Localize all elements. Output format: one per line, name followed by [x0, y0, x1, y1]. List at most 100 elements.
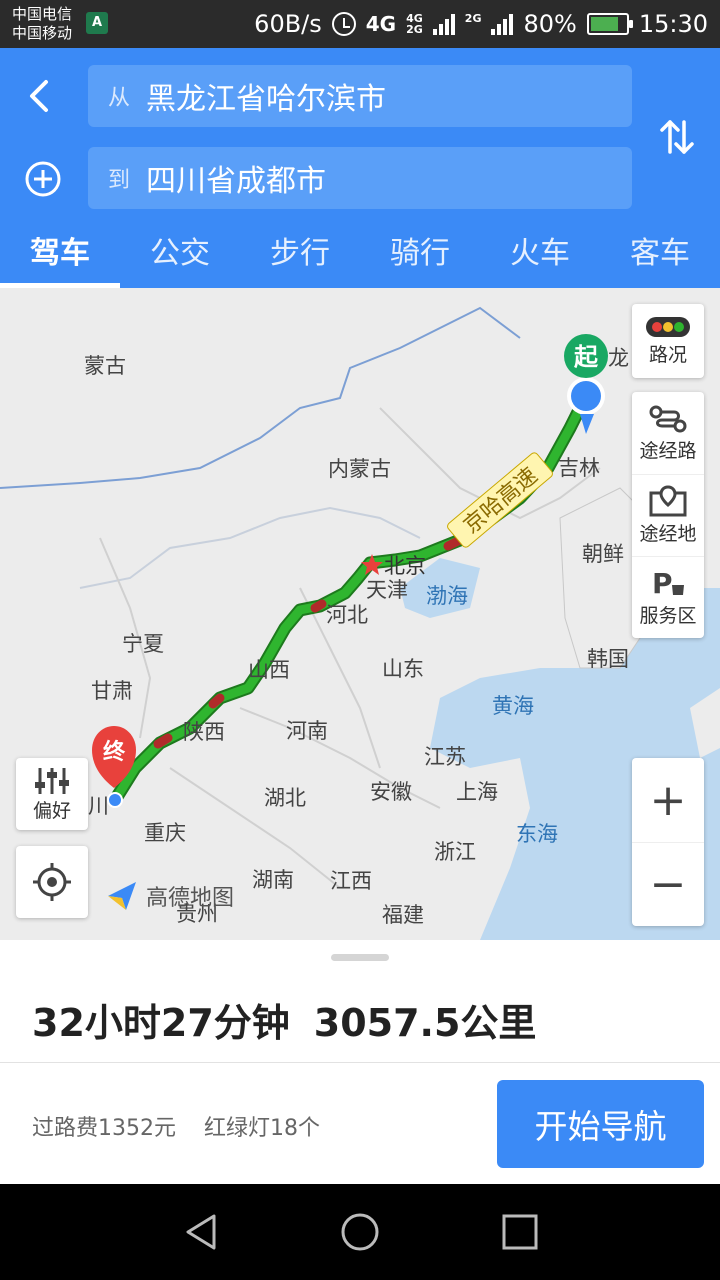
- preference-sliders-icon: [35, 767, 69, 794]
- service-area-button[interactable]: P 服务区: [632, 556, 704, 638]
- amap-logo-text: 高德地图: [146, 886, 235, 911]
- map-label-inner-mongolia: 内蒙古: [328, 457, 391, 481]
- tab-walk[interactable]: 步行: [240, 228, 360, 288]
- zoom-out-button[interactable]: −: [632, 842, 704, 926]
- mongolia-border: [0, 306, 521, 489]
- tab-drive[interactable]: 驾车: [0, 228, 120, 288]
- map-label-heilongjiang: 龙: [608, 346, 629, 370]
- status-indicators: 60B/s 4G 4G 2G 2G 80% 15:30: [254, 0, 708, 48]
- end-marker-label: 终: [103, 739, 126, 765]
- tab-bus[interactable]: 公交: [120, 228, 240, 288]
- tab-coach[interactable]: 客车: [600, 228, 720, 288]
- map-label-bohai: 渤海: [426, 584, 468, 608]
- destination-value: 四川省成都市: [146, 164, 327, 199]
- traffic-light-count: 红绿灯18个: [204, 1116, 320, 1141]
- signal-strength-icon-1: [432, 13, 455, 35]
- destination-field[interactable]: 到 四川省成都市: [88, 147, 632, 209]
- highway-label: 京哈高速: [459, 463, 542, 539]
- signal-strength-icon-2: [491, 13, 514, 35]
- amap-logo-icon: [108, 882, 136, 910]
- add-waypoint-icon[interactable]: [24, 160, 62, 198]
- map-label-jiangxi: 江西: [330, 869, 372, 893]
- origin-prefix: 从: [108, 86, 131, 111]
- map-label-fujian: 福建: [382, 903, 424, 927]
- map-label-mongolia: 蒙古: [84, 354, 126, 378]
- carrier-1: 中国电信: [12, 5, 73, 23]
- preference-label: 偏好: [32, 799, 71, 822]
- clock: 15:30: [638, 10, 708, 38]
- preference-button[interactable]: 偏好: [16, 758, 88, 830]
- map-label-ningxia: 宁夏: [122, 632, 164, 656]
- via-road-icon: [649, 405, 687, 432]
- route-options-panel: 途经路 途经地 P 服务区: [632, 392, 704, 638]
- route-details: 过路费1352元 红绿灯18个: [32, 1110, 320, 1142]
- map-label-shaanxi: 陕西: [183, 720, 225, 744]
- route-summary: 32小时27分钟 3057.5公里: [32, 992, 536, 1047]
- start-navigation-button[interactable]: 开始导航: [497, 1080, 704, 1168]
- destination-prefix: 到: [108, 168, 131, 193]
- alarm-icon: [331, 12, 356, 36]
- signal-4g-bottom: 2G: [406, 23, 423, 36]
- zoom-controls: + −: [632, 758, 704, 926]
- zoom-in-button[interactable]: +: [632, 758, 704, 842]
- locate-button[interactable]: [16, 846, 88, 918]
- map-label-hunan: 湖南: [252, 868, 294, 892]
- system-nav-bar: [0, 1184, 720, 1280]
- signal-4g-label: 4G 2G: [406, 13, 423, 35]
- map-label-sichuan: 川: [88, 794, 109, 818]
- locate-icon: [33, 863, 71, 901]
- highway-label-group: 京哈高速: [447, 452, 553, 548]
- congestion-2: [310, 599, 327, 613]
- map-label-anhui: 安徽: [370, 780, 412, 804]
- battery-percent: 80%: [523, 10, 577, 38]
- via-road-button[interactable]: 途经路: [632, 392, 704, 474]
- map-label-henan: 河南: [286, 719, 328, 743]
- swap-route-icon[interactable]: [656, 116, 698, 158]
- divider: [0, 1062, 720, 1063]
- via-place-icon: [649, 485, 687, 517]
- map-label-shanxi: 山西: [248, 658, 290, 682]
- svg-text:P: P: [652, 567, 673, 599]
- map-label-shanghai: 上海: [456, 780, 498, 804]
- back-arrow-icon[interactable]: [22, 76, 56, 116]
- transport-mode-tabs: 驾车 公交 步行 骑行 火车 客车: [0, 228, 720, 288]
- amap-logo: 高德地图: [104, 878, 234, 914]
- start-marker-label: 起: [573, 343, 599, 371]
- service-area-icon: P: [652, 567, 684, 599]
- traffic-light-icon: [646, 316, 690, 337]
- tab-train[interactable]: 火车: [480, 228, 600, 288]
- carrier-2: 中国移动: [12, 24, 73, 42]
- map-label-yellow-sea: 黄海: [492, 694, 534, 718]
- map-label-zhejiang: 浙江: [434, 840, 476, 864]
- toll-fee: 过路费1352元: [32, 1116, 176, 1141]
- route-summary-sheet: 32小时27分钟 3057.5公里 过路费1352元 红绿灯18个 开始导航: [0, 940, 720, 1184]
- nav-back-icon[interactable]: [182, 1212, 222, 1252]
- carrier-info: 中国电信 中国移动: [12, 5, 72, 43]
- signal-2g-label: 2G: [465, 13, 482, 35]
- map-label-gansu: 甘肃: [91, 679, 133, 703]
- congestion-3: [208, 693, 225, 709]
- traffic-button[interactable]: 路况: [632, 304, 704, 378]
- map-label-east-sea: 东海: [516, 822, 558, 846]
- map-label-tianjin: 天津: [366, 578, 408, 602]
- traffic-control: 路况: [632, 304, 704, 378]
- status-bar: 中国电信 中国移动 A 60B/s 4G 4G 2G 2G 80% 15:30: [0, 0, 720, 48]
- nav-home-icon[interactable]: [340, 1212, 380, 1252]
- map-label-north-korea: 朝鲜: [582, 542, 624, 566]
- route-duration: 32小时27分钟: [32, 1001, 290, 1045]
- route-distance: 3057.5公里: [313, 1001, 537, 1045]
- nav-recents-icon[interactable]: [500, 1212, 540, 1252]
- drag-handle[interactable]: [331, 954, 389, 961]
- route-map[interactable]: 京哈高速 起 终 蒙古 内蒙古 龙 吉林 朝鲜 韩国 北京 天津 河北 渤海 宁…: [0, 288, 720, 940]
- congestion-4: [153, 733, 173, 749]
- map-label-chongqing: 重庆: [144, 821, 186, 845]
- map-label-hubei: 湖北: [264, 786, 306, 810]
- app-notification-icon: A: [86, 12, 108, 34]
- tab-bike[interactable]: 骑行: [360, 228, 480, 288]
- map-label-hebei: 河北: [326, 603, 368, 627]
- via-place-button[interactable]: 途经地: [632, 474, 704, 556]
- origin-field[interactable]: 从 黑龙江省哈尔滨市: [88, 65, 632, 127]
- battery-icon: [586, 13, 633, 35]
- via-road-label: 途经路: [639, 439, 697, 462]
- route-header: 从 黑龙江省哈尔滨市 到 四川省成都市 驾车 公交 步行 骑行 火车 客车: [0, 48, 720, 288]
